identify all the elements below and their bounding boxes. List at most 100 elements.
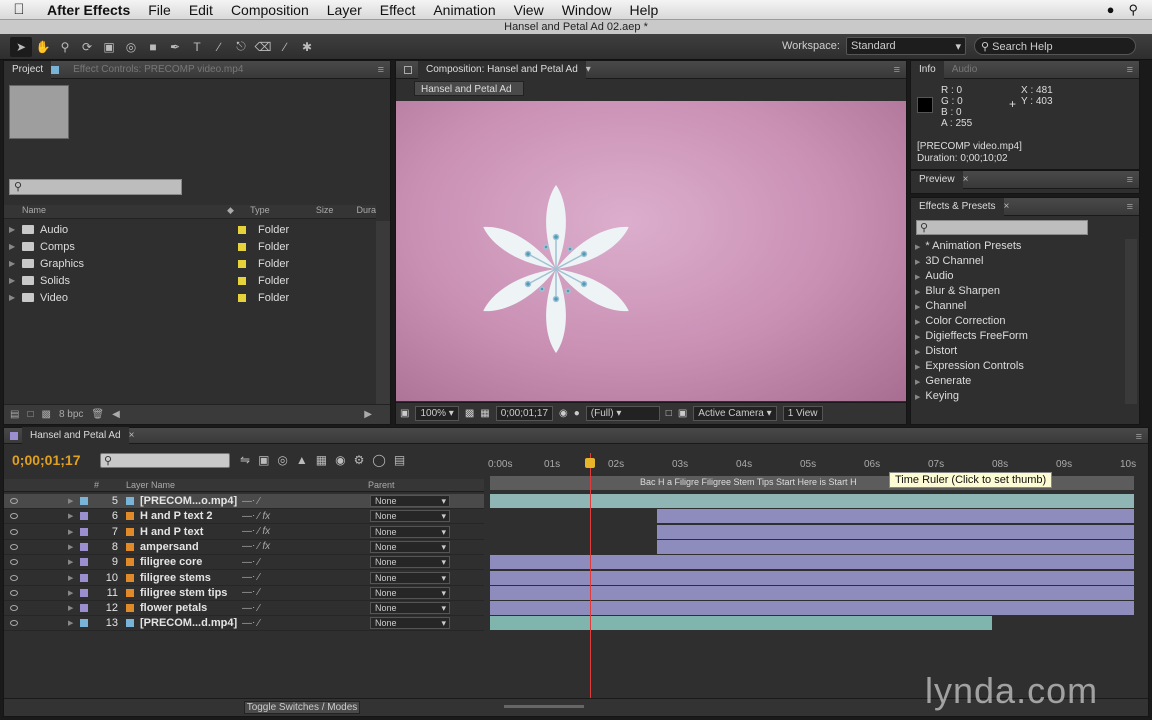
layer-duration-bar[interactable] [657,539,1134,554]
parent-select[interactable]: None ▾ [370,617,450,630]
tab-preview[interactable]: Preview [911,170,963,189]
triangle-icon[interactable]: ▶ [68,512,80,520]
chevron-down-icon[interactable]: ▾ [586,64,591,75]
motion-blur-icon[interactable]: ◉ [335,453,345,467]
comp-mini-flowchart-icon[interactable]: ⇋ [240,453,250,467]
brainstorm-icon[interactable]: ⚙ [354,453,365,467]
table-row[interactable]: ▶ 11 filigree stem tips —⋅ ∕ None ▾ [4,586,484,601]
label-color[interactable] [238,225,246,234]
tab-composition[interactable]: Composition: Hansel and Petal Ad [418,60,586,79]
tab-info[interactable]: Info [911,60,944,79]
current-time-indicator[interactable] [590,453,591,703]
layer-name[interactable]: ampersand [140,541,240,553]
timeline-search-input[interactable]: ⚲ [100,453,230,468]
column-duration[interactable]: Dura [356,205,376,218]
menu-view[interactable]: View [505,2,553,18]
user-icon[interactable]: ● [1107,2,1115,18]
region-of-interest-icon[interactable]: □ [666,408,672,419]
pen-tool-icon[interactable]: ✒ [164,37,186,57]
layer-switches[interactable]: —⋅ ∕ [240,587,370,598]
layer-duration-bar[interactable] [657,524,1134,539]
layer-name[interactable]: H and P text 2 [140,510,240,522]
menu-composition[interactable]: Composition [222,2,318,18]
column-name[interactable]: Name [4,205,227,218]
table-row[interactable]: ▶ 9 filigree core —⋅ ∕ None ▾ [4,555,484,571]
label-color[interactable] [238,259,246,268]
label-color[interactable] [238,293,246,302]
panel-menu-icon[interactable]: ≡ [1127,174,1133,186]
triangle-icon[interactable]: ▶ [9,293,19,302]
brush-tool-icon[interactable]: ∕ [208,37,230,57]
triangle-icon[interactable]: ▶ [915,394,920,401]
clone-tool-icon[interactable]: ⎋ [230,37,252,57]
workspace-select[interactable]: Standard ▾ [846,37,966,55]
triangle-icon[interactable]: ▶ [68,528,80,536]
project-search-input[interactable]: ⚲ [9,179,182,195]
layer-duration-bar[interactable] [490,601,1134,616]
effects-search-input[interactable]: ⚲ [916,220,1088,235]
effect-category[interactable]: ▶ Expression Controls [915,359,1024,374]
panel-menu-icon[interactable]: ≡ [894,64,900,76]
column-size[interactable]: Size [316,205,357,218]
panel-menu-icon[interactable]: ≡ [1127,201,1133,213]
hide-shy-icon[interactable]: ▲ [296,453,308,467]
triangle-icon[interactable]: ▶ [915,244,920,251]
layer-duration-bar[interactable] [490,616,993,631]
view-layout-select[interactable]: 1 View [782,406,823,421]
comp-flow-button[interactable]: Hansel and Petal Ad [414,81,524,96]
label-color[interactable] [238,242,246,251]
triangle-icon[interactable]: ▶ [9,225,19,234]
tab-effect-controls[interactable]: Effect Controls: PRECOMP video.mp4 [65,61,251,79]
scroll-right-icon[interactable]: ▶ [364,409,372,420]
triangle-icon[interactable]: ▶ [68,619,80,627]
layer-switches[interactable]: —⋅ ∕ fx [240,511,370,522]
layer-switches[interactable]: —⋅ ∕ [240,618,370,629]
hand-tool-icon[interactable]: ✋ [32,37,54,57]
search-help-field[interactable]: ⚲ Search Help [974,37,1136,55]
list-item[interactable]: ▶ Audio Folder [4,221,376,238]
tab-timeline-comp[interactable]: Hansel and Petal Ad [22,426,129,445]
draft-3d-icon[interactable]: ◎ [277,453,287,467]
parent-select[interactable]: None ▾ [370,571,450,584]
visibility-eye-icon[interactable] [10,605,18,612]
safe-zones-icon[interactable]: ▩ [465,408,474,419]
triangle-icon[interactable]: ▶ [915,334,920,341]
toggle-switches-modes-button[interactable]: Toggle Switches / Modes [244,701,360,714]
playhead-handle[interactable] [585,458,595,468]
visibility-eye-icon[interactable] [10,543,18,550]
triangle-icon[interactable]: ▶ [9,259,19,268]
triangle-icon[interactable]: ▶ [915,304,920,311]
effect-category[interactable]: ▶ Channel [915,299,966,314]
panel-menu-icon[interactable]: ≡ [1127,64,1133,76]
list-item[interactable]: ▶ Video Folder [4,289,376,306]
triangle-icon[interactable]: ▶ [915,364,920,371]
effect-category[interactable]: ▶ Keying [915,389,959,404]
effect-category[interactable]: ▶ * Animation Presets [915,239,1021,254]
label-color[interactable] [238,276,246,285]
close-icon[interactable]: × [963,174,969,185]
menu-layer[interactable]: Layer [318,2,371,18]
effects-scrollbar[interactable] [1125,239,1137,404]
effect-category[interactable]: ▶ Distort [915,344,957,359]
panel-menu-icon[interactable]: ≡ [1136,431,1142,443]
list-item[interactable]: ▶ Comps Folder [4,238,376,255]
menu-app[interactable]: After Effects [38,2,139,18]
live-update-icon[interactable]: ▣ [258,453,269,467]
effect-category[interactable]: ▶ 3D Channel [915,254,983,269]
panel-menu-icon[interactable]: ≡ [378,64,384,76]
column-type[interactable]: Type [250,205,316,218]
graph-editor-icon[interactable]: ▤ [394,453,405,467]
column-parent[interactable]: Parent [368,480,395,490]
new-comp-icon[interactable]: ▩ [42,409,51,420]
triangle-icon[interactable]: ▶ [68,589,80,597]
menu-help[interactable]: Help [621,2,668,18]
visibility-eye-icon[interactable] [10,498,18,504]
close-icon[interactable]: × [129,430,135,441]
label-color[interactable] [80,542,88,551]
menu-window[interactable]: Window [553,2,621,18]
layer-duration-bar[interactable] [490,570,1134,585]
parent-select[interactable]: None ▾ [370,586,450,599]
menu-effect[interactable]: Effect [371,2,425,18]
auto-keyframe-icon[interactable]: ◯ [372,453,385,467]
triangle-icon[interactable]: ▶ [68,558,80,566]
